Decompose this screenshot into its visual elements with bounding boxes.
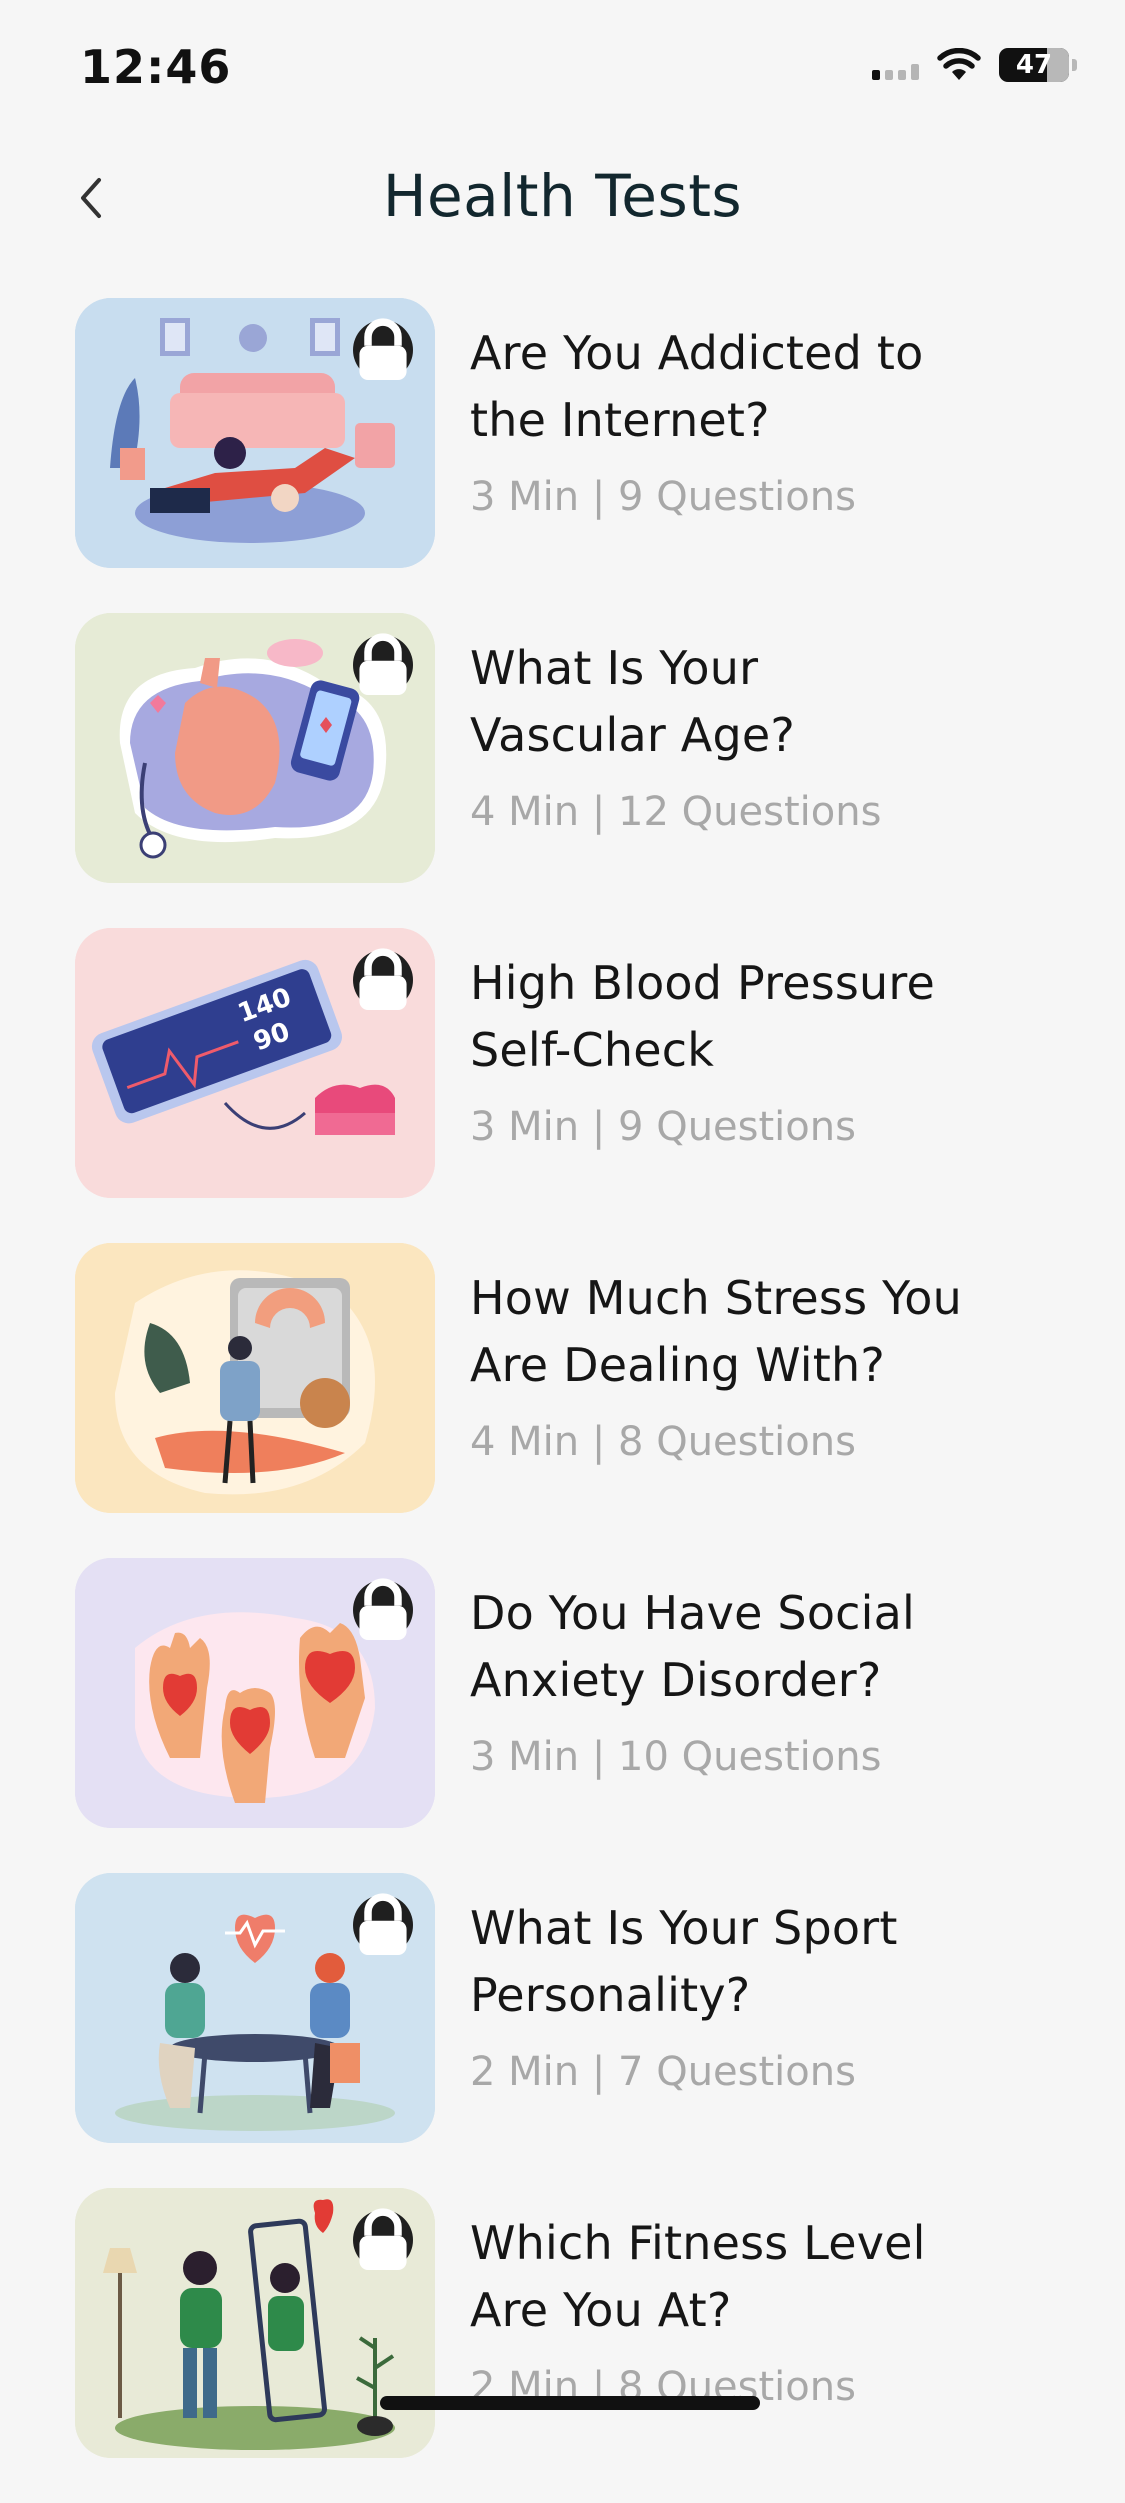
status-bar: 12:46 47 — [0, 0, 1125, 120]
test-title: How Much Stress You Are Dealing With? — [470, 1265, 1070, 1399]
test-title-line: Self-Check — [470, 1023, 715, 1077]
lock-icon — [353, 2208, 413, 2270]
test-thumbnail — [75, 1873, 435, 2143]
page-title: Health Tests — [382, 162, 743, 230]
test-thumbnail — [75, 1558, 435, 1828]
wifi-icon — [937, 48, 981, 82]
test-meta: 3 Min | 9 Questions — [470, 1104, 856, 1150]
test-title: Which Fitness Level Are You At? — [470, 2210, 1070, 2344]
test-title-line: High Blood Pressure — [470, 956, 936, 1010]
test-card-fitness-level[interactable]: Which Fitness Level Are You At? 2 Min | … — [0, 2188, 1125, 2503]
lock-icon — [353, 633, 413, 695]
test-meta: 4 Min | 12 Questions — [470, 789, 882, 835]
test-meta: 3 Min | 9 Questions — [470, 474, 856, 520]
test-text: What Is Your Vascular Age? 4 Min | 12 Qu… — [470, 635, 1070, 835]
test-title-line: Anxiety Disorder? — [470, 1653, 882, 1707]
test-list: Are You Addicted to the Internet? 3 Min … — [0, 298, 1125, 2503]
home-indicator[interactable] — [380, 2396, 760, 2410]
test-title: What Is Your Sport Personality? — [470, 1895, 1070, 2029]
scale-vegetables-illustration — [75, 1243, 435, 1513]
test-title: Do You Have Social Anxiety Disorder? — [470, 1580, 1070, 1714]
test-card-internet-addiction[interactable]: Are You Addicted to the Internet? 3 Min … — [0, 298, 1125, 613]
test-card-stress[interactable]: How Much Stress You Are Dealing With? 4 … — [0, 1243, 1125, 1558]
battery-icon: 47 — [999, 48, 1069, 82]
test-text: Are You Addicted to the Internet? 3 Min … — [470, 320, 1070, 520]
test-text: Which Fitness Level Are You At? 2 Min | … — [470, 2210, 1070, 2410]
test-title-line: How Much Stress You — [470, 1271, 962, 1325]
lock-icon — [353, 948, 413, 1010]
test-title-line: Personality? — [470, 1968, 751, 2022]
test-meta: 3 Min | 10 Questions — [470, 1734, 882, 1780]
test-card-sport-personality[interactable]: What Is Your Sport Personality? 2 Min | … — [0, 1873, 1125, 2188]
test-card-blood-pressure[interactable]: 140 90 High Blood Pressure Self-Check 3 … — [0, 928, 1125, 1243]
lock-icon — [353, 1893, 413, 1955]
test-thumbnail: 140 90 — [75, 928, 435, 1198]
lock-icon — [353, 1578, 413, 1640]
test-meta: 4 Min | 8 Questions — [470, 1419, 856, 1465]
battery-level: 47 — [1015, 50, 1053, 80]
test-thumbnail — [75, 298, 435, 568]
test-thumbnail — [75, 2188, 435, 2458]
test-meta: 2 Min | 7 Questions — [470, 2049, 856, 2095]
test-title-line: Vascular Age? — [470, 708, 795, 762]
test-title: What Is Your Vascular Age? — [470, 635, 1070, 769]
test-text: Do You Have Social Anxiety Disorder? 3 M… — [470, 1580, 1070, 1780]
test-card-social-anxiety[interactable]: Do You Have Social Anxiety Disorder? 3 M… — [0, 1558, 1125, 1873]
test-thumbnail — [75, 613, 435, 883]
test-title-line: Do You Have Social — [470, 1586, 916, 1640]
test-title-line: Are Dealing With? — [470, 1338, 885, 1392]
test-title-line: Which Fitness Level — [470, 2216, 926, 2270]
signal-icon — [872, 50, 919, 80]
test-thumbnail — [75, 1243, 435, 1513]
test-text: What Is Your Sport Personality? 2 Min | … — [470, 1895, 1070, 2095]
nav-header: Health Tests — [0, 150, 1125, 250]
test-text: How Much Stress You Are Dealing With? 4 … — [470, 1265, 1070, 1465]
test-title: High Blood Pressure Self-Check — [470, 950, 1070, 1084]
lock-icon — [353, 318, 413, 380]
test-title-line: Are You At? — [470, 2283, 732, 2337]
status-time: 12:46 — [80, 40, 232, 94]
test-text: High Blood Pressure Self-Check 3 Min | 9… — [470, 950, 1070, 1150]
test-title-line: What Is Your Sport — [470, 1901, 898, 1955]
test-title: Are You Addicted to the Internet? — [470, 320, 1070, 454]
test-title-line: Are You Addicted to — [470, 326, 924, 380]
status-indicators: 47 — [872, 48, 1077, 82]
test-title-line: What Is Your — [470, 641, 759, 695]
test-title-line: the Internet? — [470, 393, 770, 447]
test-card-vascular-age[interactable]: What Is Your Vascular Age? 4 Min | 12 Qu… — [0, 613, 1125, 928]
